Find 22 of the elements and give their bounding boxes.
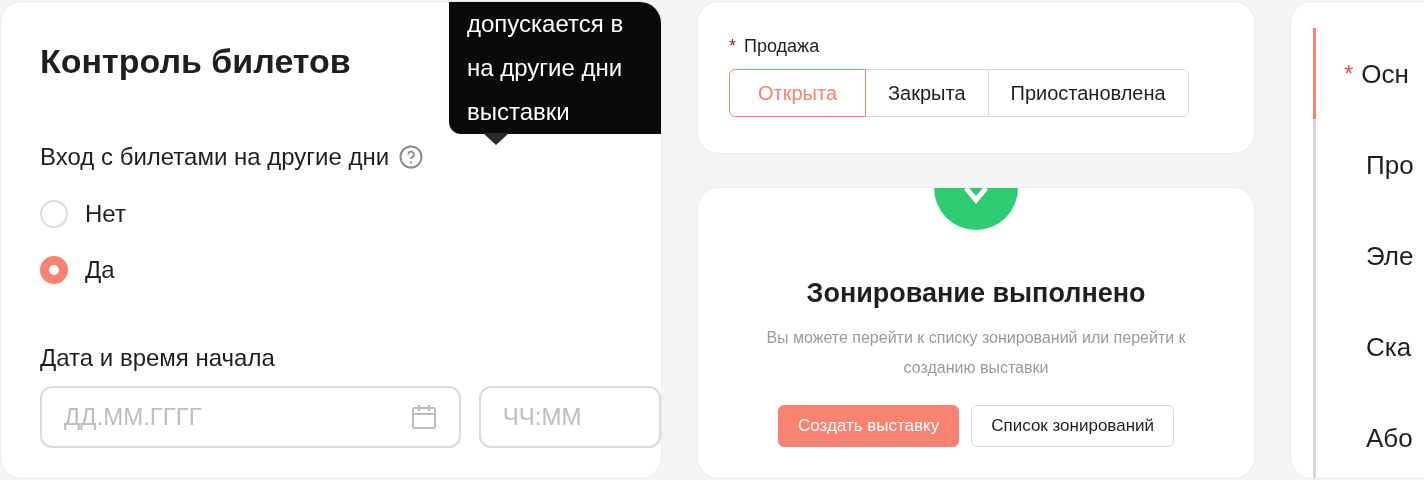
step-item[interactable]: Або bbox=[1344, 416, 1413, 459]
radio-option[interactable]: Да bbox=[40, 256, 661, 284]
field-label: Вход с билетами на другие дни bbox=[40, 143, 390, 171]
radio-option[interactable]: Нет bbox=[40, 200, 661, 228]
tooltip: допускается в на другие дни выставки bbox=[449, 2, 661, 134]
section-title: Контроль билетов bbox=[40, 41, 351, 82]
result-title: Зонирование выполнено bbox=[806, 278, 1146, 309]
help-icon[interactable] bbox=[399, 145, 424, 169]
segment-button[interactable]: Закрыта bbox=[865, 69, 989, 117]
segment-button[interactable]: Приостановлена bbox=[987, 69, 1189, 117]
step-item[interactable]: Эле bbox=[1344, 234, 1414, 277]
step-item[interactable]: * Осн bbox=[1344, 52, 1409, 95]
field-label: Дата и время начала bbox=[40, 344, 276, 372]
calendar-icon bbox=[410, 404, 437, 430]
step-item[interactable]: Про bbox=[1344, 143, 1414, 186]
result-text: Вы можете перейти к списку зонирований или перейти к созданию выставки bbox=[766, 328, 1186, 378]
radio-button[interactable] bbox=[40, 256, 68, 284]
required-mark: * bbox=[729, 36, 736, 57]
tooltip-arrow bbox=[483, 133, 509, 145]
step-item[interactable]: Ска bbox=[1344, 325, 1412, 368]
list-button[interactable]: Список зонирований bbox=[971, 405, 1175, 447]
field-label: Продажа bbox=[744, 36, 820, 57]
